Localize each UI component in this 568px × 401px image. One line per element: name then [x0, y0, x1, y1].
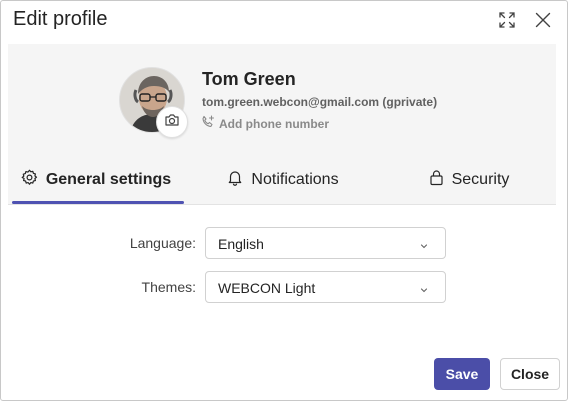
close-dialog-button[interactable]: [531, 10, 555, 34]
tab-security-label: Security: [451, 171, 510, 188]
bell-icon: [227, 169, 243, 191]
chevron-down-icon: [419, 282, 429, 300]
add-phone-label: Add phone number: [219, 116, 329, 131]
dialog-title: Edit profile: [13, 8, 108, 30]
phone-add-icon: [201, 115, 215, 132]
expand-button[interactable]: [495, 10, 519, 34]
language-select[interactable]: English: [205, 227, 446, 259]
change-photo-button[interactable]: [156, 106, 188, 138]
language-row: Language: English: [1, 227, 568, 259]
profile-name: Tom Green: [202, 69, 296, 89]
themes-select[interactable]: WEBCON Light: [205, 271, 446, 303]
themes-label: Themes:: [141, 279, 196, 295]
camera-icon: [164, 112, 180, 133]
tab-notifications[interactable]: Notifications: [184, 156, 382, 204]
gear-icon: [21, 169, 38, 191]
tabs-divider: [8, 204, 556, 205]
lock-icon: [429, 169, 444, 191]
chevron-down-icon: [419, 238, 429, 256]
add-phone-link[interactable]: Add phone number: [201, 115, 329, 132]
close-icon: [535, 12, 551, 33]
themes-row: Themes: WEBCON Light: [1, 271, 568, 303]
edit-profile-dialog: Edit profile Tom Green tom.green.webcon@…: [0, 0, 568, 401]
tab-notifications-label: Notifications: [251, 171, 339, 188]
profile-email: tom.green.webcon@gmail.com (gprivate): [202, 95, 438, 109]
close-button[interactable]: Close: [500, 358, 560, 390]
tab-general-settings-label: General settings: [45, 171, 172, 188]
expand-icon: [498, 11, 516, 34]
settings-tabs: General settings Notifications Security: [8, 156, 556, 204]
language-value: English: [218, 236, 264, 252]
language-label: Language:: [129, 235, 196, 251]
tab-security[interactable]: Security: [382, 156, 556, 204]
tab-general-settings[interactable]: General settings: [8, 156, 184, 204]
themes-value: WEBCON Light: [218, 280, 316, 296]
save-button[interactable]: Save: [434, 358, 490, 390]
